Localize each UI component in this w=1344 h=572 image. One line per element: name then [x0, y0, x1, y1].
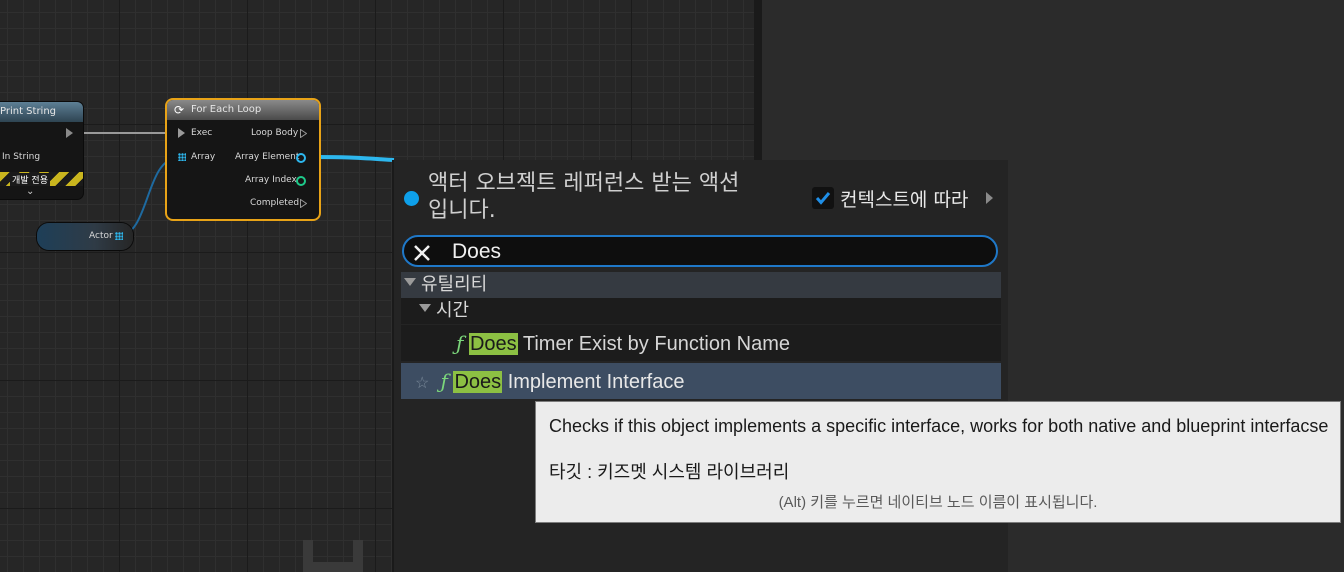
graph-bottom-icon: [303, 540, 363, 572]
favorite-star-icon[interactable]: ☆: [415, 375, 429, 392]
context-description: 액터 오브젝트 레퍼런스 받는 액션입니다.: [428, 171, 740, 223]
context-sensitive-label[interactable]: 컨텍스트에 따라: [840, 185, 968, 212]
actor-array-pin-icon[interactable]: [115, 232, 123, 240]
print-string-node[interactable]: Print String In String 개발 전용 ⌄: [0, 102, 83, 199]
exec-label: Exec: [191, 128, 213, 138]
collapse-arrow-icon[interactable]: [404, 278, 416, 286]
actor-label: Actor: [89, 231, 113, 241]
search-box[interactable]: [402, 235, 998, 267]
category-utility[interactable]: 유틸리티: [401, 272, 1001, 298]
print-string-node-title: Print String: [0, 102, 83, 122]
completed-label: Completed: [250, 198, 300, 208]
array-element-pin[interactable]: [296, 153, 306, 163]
array-index-pin[interactable]: [296, 176, 306, 186]
action-item-timer-exist[interactable]: ƒ Does Timer Exist by Function Name: [401, 325, 1001, 361]
expand-chevron-icon[interactable]: ⌄: [26, 186, 34, 197]
for-each-loop-node[interactable]: For Each Loop ⟳ Exec Array Loop Body Arr…: [167, 100, 319, 219]
action-item-implement-interface[interactable]: ☆ ƒ Does Implement Interface: [401, 363, 1001, 399]
loop-body-pin[interactable]: [300, 129, 307, 138]
tooltip-description: Checks if this object implements a speci…: [549, 416, 1329, 436]
actor-variable-node[interactable]: Actor: [37, 223, 133, 250]
object-reference-icon: [404, 191, 419, 206]
expand-arrow-icon[interactable]: [986, 192, 993, 204]
search-match: Does: [453, 371, 503, 393]
checkmark-icon: [815, 192, 831, 205]
array-index-label: Array Index: [245, 175, 297, 185]
category-label: 유틸리티: [421, 274, 488, 295]
category-label: 시간: [436, 300, 470, 321]
clear-search-icon[interactable]: [412, 243, 432, 263]
collapse-arrow-icon[interactable]: [419, 304, 431, 312]
in-string-pin-label: In String: [2, 152, 41, 162]
action-item-label: Implement Interface: [502, 371, 685, 393]
loop-icon: ⟳: [174, 103, 185, 117]
array-label: Array: [191, 152, 216, 162]
completed-pin[interactable]: [300, 199, 307, 208]
for-each-loop-title: For Each Loop: [167, 100, 319, 120]
function-icon: ƒ: [440, 369, 448, 393]
context-sensitive-checkbox[interactable]: [812, 187, 834, 209]
array-element-label: Array Element: [235, 152, 300, 162]
exec-in-pin[interactable]: [178, 128, 185, 138]
exec-out-pin[interactable]: [66, 128, 73, 138]
dev-only-label: 개발 전용: [10, 173, 50, 186]
array-pin-icon[interactable]: [178, 153, 186, 161]
tooltip-hint: (Alt) 키를 누르면 네이티브 노드 이름이 표시됩니다.: [778, 494, 1098, 511]
action-item-label: Timer Exist by Function Name: [517, 333, 790, 355]
tooltip-target: 타깃 : 키즈멧 시스템 라이브러리: [549, 462, 790, 482]
category-time[interactable]: 시간: [401, 298, 1001, 324]
function-icon: ƒ: [456, 331, 464, 355]
action-tooltip: Checks if this object implements a speci…: [535, 401, 1341, 523]
loop-body-label: Loop Body: [251, 128, 299, 138]
search-match: Does: [468, 333, 518, 355]
search-input[interactable]: [450, 239, 974, 265]
